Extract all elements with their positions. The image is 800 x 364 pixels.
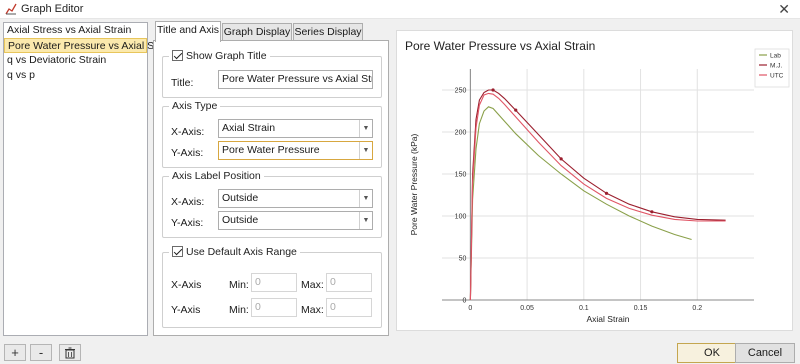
window-title: Graph Editor: [21, 3, 84, 15]
default-axis-range-option[interactable]: Use Default Axis Range: [169, 246, 300, 258]
x-tick-label: 0.1: [579, 305, 589, 312]
series-point: [514, 108, 518, 112]
list-item-selected[interactable]: Pore Water Pressure vs Axial Strain: [4, 38, 175, 53]
series-point: [559, 157, 563, 161]
x-tick-label: 0: [468, 305, 472, 312]
chevron-down-icon[interactable]: ▼: [359, 212, 372, 229]
y-tick-label: 0: [462, 298, 466, 305]
axis-label-position-legend: Axis Label Position: [169, 170, 264, 182]
y-axis-position-value: Outside: [222, 214, 259, 226]
series-point: [650, 210, 654, 214]
axis-type-legend: Axis Type: [169, 100, 221, 112]
list-item[interactable]: q vs p: [4, 68, 147, 83]
legend-entry: UTC: [770, 73, 784, 80]
window-titlebar: Graph Editor ✕: [0, 0, 800, 19]
chevron-down-icon[interactable]: ▼: [359, 120, 372, 137]
show-title-option[interactable]: Show Graph Title: [169, 50, 270, 62]
title-label: Title:: [171, 77, 194, 89]
y-max-input[interactable]: 0: [326, 298, 372, 317]
series-line-lab: [469, 106, 692, 301]
y-axis-range-label: Y-Axis: [171, 304, 201, 316]
x-max-input[interactable]: 0: [326, 273, 372, 292]
y-tick-label: 150: [455, 172, 467, 179]
axis-type-group: Axis Type X-Axis: Axial Strain ▼ Y-Axis:…: [162, 100, 382, 168]
y-max-label: Max:: [301, 304, 324, 316]
graph-list: Axial Stress vs Axial Strain Pore Water …: [3, 22, 175, 336]
list-item[interactable]: q vs Deviatoric Strain: [4, 53, 147, 68]
series-point: [491, 88, 495, 92]
x-axis-position-select[interactable]: Outside ▼: [218, 189, 373, 208]
y-axis-label: Pore Water Pressure (kPa): [409, 133, 419, 235]
legend-entry: Lab: [770, 53, 781, 60]
title-input[interactable]: Pore Water Pressure vs Axial Strain: [218, 70, 373, 89]
y-axis-type-select[interactable]: Pore Water Pressure ▼: [218, 141, 373, 160]
chart-svg: 0 0.05 0.1 0.15 0.2 0 50 100 150 200 250 Axial Stra…: [409, 48, 790, 324]
x-axis-position-value: Outside: [222, 192, 259, 204]
y-min-input[interactable]: 0: [251, 298, 297, 317]
x-max-label: Max:: [301, 279, 324, 291]
x-axis-type-label: X-Axis:: [171, 126, 205, 138]
x-axis-type-value: Axial Strain: [222, 122, 276, 134]
series-line-utc: [469, 92, 726, 301]
x-min-label: Min:: [229, 279, 249, 291]
trash-icon: [65, 347, 75, 359]
delete-graph-button[interactable]: [59, 344, 81, 361]
title-group: Show Graph Title Title: Pore Water Press…: [162, 50, 382, 98]
default-axis-range-label: Use Default Axis Range: [186, 246, 297, 258]
cancel-button[interactable]: Cancel: [735, 343, 795, 363]
y-axis-position-label: Y-Axis:: [171, 217, 204, 229]
title-and-axis-panel: Show Graph Title Title: Pore Water Press…: [153, 40, 389, 336]
tab-title-and-axis[interactable]: Title and Axis: [155, 21, 221, 42]
graph-editor-icon: [5, 3, 17, 15]
series-point: [604, 191, 609, 195]
y-tick-label: 100: [455, 214, 467, 221]
series-line-mj: [469, 89, 726, 301]
show-title-checkbox[interactable]: [172, 50, 183, 61]
y-tick-label: 200: [455, 130, 467, 137]
x-axis-label: Axial Strain: [587, 314, 630, 324]
x-tick-label: 0.2: [692, 305, 702, 312]
x-axis-type-select[interactable]: Axial Strain ▼: [218, 119, 373, 138]
remove-graph-button[interactable]: -: [30, 344, 52, 361]
x-axis-position-label: X-Axis:: [171, 196, 205, 208]
y-axis-position-select[interactable]: Outside ▼: [218, 211, 373, 230]
x-axis-range-label: X-Axis: [171, 279, 202, 291]
legend-entry: M.J.: [770, 63, 782, 70]
chevron-down-icon[interactable]: ▼: [359, 190, 372, 207]
show-title-label: Show Graph Title: [186, 50, 267, 62]
default-axis-range-checkbox[interactable]: [172, 246, 183, 257]
close-icon[interactable]: ✕: [778, 0, 790, 18]
y-tick-label: 50: [459, 256, 467, 263]
axis-range-group: Use Default Axis Range X-Axis Min: 0 Max…: [162, 246, 382, 328]
list-item[interactable]: Axial Stress vs Axial Strain: [4, 23, 147, 38]
y-axis-type-value: Pore Water Pressure: [222, 144, 320, 156]
y-tick-label: 250: [455, 88, 467, 95]
x-tick-label: 0.15: [634, 305, 648, 312]
chart-preview: Pore Water Pressure vs Axial Strain 0 0.0…: [396, 30, 793, 331]
x-min-input[interactable]: 0: [251, 273, 297, 292]
y-min-label: Min:: [229, 304, 249, 316]
y-axis-type-label: Y-Axis:: [171, 147, 204, 159]
axis-label-position-group: Axis Label Position X-Axis: Outside ▼ Y-…: [162, 170, 382, 238]
add-graph-button[interactable]: +: [4, 344, 26, 361]
x-tick-label: 0.05: [520, 305, 534, 312]
chevron-down-icon[interactable]: ▼: [359, 142, 372, 159]
